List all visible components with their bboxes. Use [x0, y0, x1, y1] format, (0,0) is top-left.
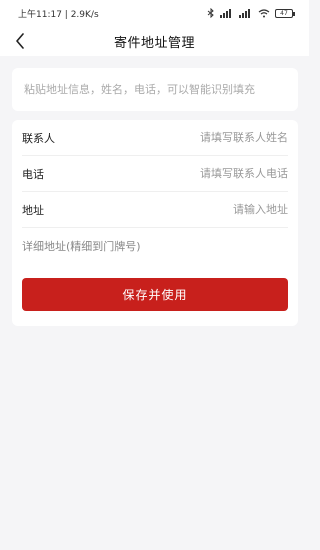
- back-button[interactable]: [8, 29, 32, 53]
- chevron-left-icon: [16, 33, 24, 49]
- detail-address-row: [22, 228, 288, 264]
- address-label: 地址: [22, 203, 44, 217]
- status-icons: 47: [207, 8, 295, 18]
- paste-address-input[interactable]: [24, 83, 286, 96]
- wifi-icon: [258, 8, 270, 17]
- signal-icon: [220, 8, 231, 18]
- status-bar: 上午11:17 | 2.9K/s 47: [0, 0, 309, 26]
- bluetooth-icon: [207, 8, 214, 18]
- save-and-use-button[interactable]: 保存并使用: [22, 278, 288, 311]
- page-title: 寄件地址管理: [113, 35, 195, 51]
- contact-name-input[interactable]: [138, 131, 288, 144]
- nav-bar: 寄件地址管理: [0, 26, 309, 56]
- contact-label: 联系人: [22, 131, 55, 145]
- address-input[interactable]: [138, 203, 288, 216]
- phone-label: 电话: [22, 167, 44, 181]
- address-row[interactable]: 地址: [22, 192, 288, 228]
- battery-icon: 47: [275, 8, 295, 18]
- phone-input[interactable]: [138, 167, 288, 180]
- detail-address-input[interactable]: [22, 239, 288, 253]
- paste-card: [12, 68, 298, 111]
- address-form: 联系人 电话 地址 保存并使用: [12, 120, 298, 326]
- phone-row: 电话: [22, 156, 288, 192]
- signal-icon-2: [239, 8, 250, 18]
- status-time: 上午11:17 | 2.9K/s: [18, 9, 99, 20]
- contact-row: 联系人: [22, 120, 288, 156]
